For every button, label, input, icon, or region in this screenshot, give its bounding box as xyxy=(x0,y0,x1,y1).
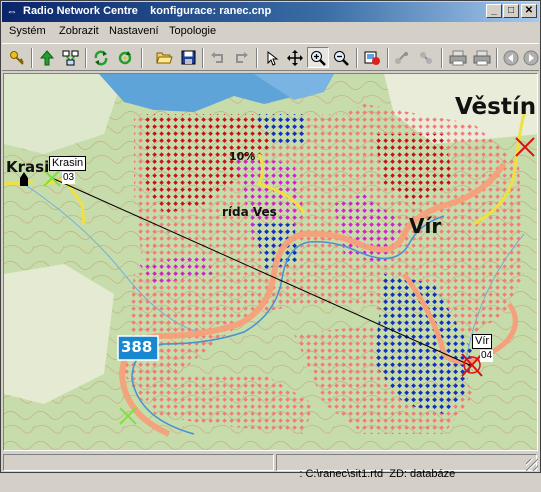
zoom-out-icon xyxy=(334,50,349,66)
refresh-alt-icon xyxy=(118,50,132,64)
application-window: ⇔ Radio Network Centre konfigurace: rane… xyxy=(0,0,541,480)
status-panel-file: : C:\ranec\sit1.rtd ZD: databáze xyxy=(276,454,537,480)
forward-icon xyxy=(523,50,539,65)
toolbar-separator xyxy=(256,48,258,68)
zoom-in-button[interactable] xyxy=(307,47,329,68)
refresh-icon xyxy=(94,50,108,65)
status-panel-left xyxy=(3,454,274,471)
back-button[interactable] xyxy=(500,47,522,68)
map-export-icon xyxy=(364,51,380,65)
app-icon: ⇔ xyxy=(6,6,18,18)
link-icon xyxy=(395,51,408,64)
link-button[interactable] xyxy=(391,47,413,68)
toolbar-separator xyxy=(202,48,204,68)
key-button[interactable] xyxy=(6,47,28,68)
open-folder-icon xyxy=(155,52,173,64)
printer-alt-button[interactable] xyxy=(471,47,493,68)
toolbar-separator xyxy=(356,48,358,68)
zoom-out-button[interactable] xyxy=(330,47,352,68)
menu-topologie[interactable]: Topologie xyxy=(169,25,216,37)
toolbar-separator xyxy=(387,48,389,68)
percent-label: 10% xyxy=(229,150,256,163)
village-label-vir: Vír xyxy=(409,214,442,238)
map-export-button[interactable] xyxy=(361,47,383,68)
refresh-alt-button[interactable] xyxy=(114,47,136,68)
toolbar-separator xyxy=(85,48,87,68)
network-icon xyxy=(62,50,79,65)
save-icon xyxy=(181,50,195,65)
title-bar[interactable]: ⇔ Radio Network Centre konfigurace: rane… xyxy=(2,2,539,22)
undo-icon xyxy=(211,51,223,63)
status-bar: : C:\ranec\sit1.rtd ZD: databáze xyxy=(2,453,539,480)
refresh-button[interactable] xyxy=(90,47,112,68)
toolbar-separator xyxy=(31,48,33,68)
resize-grip[interactable] xyxy=(526,459,538,471)
open-folder-button[interactable] xyxy=(153,47,175,68)
map-view[interactable]: Věstín Krasi rída Ves Vír 10% Krasin 03 … xyxy=(3,73,538,451)
station-id-right: 04 xyxy=(480,350,494,362)
village-label: rída Ves xyxy=(222,205,277,219)
pointer-icon xyxy=(267,50,279,66)
arrow-up-icon xyxy=(39,49,55,65)
zoom-in-icon xyxy=(311,50,326,66)
redo-button[interactable] xyxy=(230,47,252,68)
station-id-left: 03 xyxy=(62,172,76,184)
key-icon xyxy=(10,50,24,65)
close-button[interactable]: ✕ xyxy=(521,4,537,18)
move-icon xyxy=(287,49,303,66)
station-label-vir[interactable]: Vír xyxy=(472,334,493,349)
minimize-button[interactable]: _ xyxy=(486,4,502,18)
toolbar-separator xyxy=(141,48,143,68)
town-label-krasi: Krasi xyxy=(6,158,50,176)
maximize-button[interactable]: □ xyxy=(503,4,519,18)
toolbar-separator xyxy=(441,48,443,68)
menu-zobrazit[interactable]: Zobrazit xyxy=(59,25,99,37)
menu-nastaveni[interactable]: Nastavení xyxy=(109,25,159,37)
window-title: Radio Network Centre konfigurace: ranec.… xyxy=(23,5,272,17)
redo-icon xyxy=(236,51,248,63)
printer-alt-icon xyxy=(473,50,491,65)
network-button[interactable] xyxy=(60,47,82,68)
undo-button[interactable] xyxy=(207,47,229,68)
town-label-vestin: Věstín xyxy=(455,94,537,120)
arrow-up-button[interactable] xyxy=(36,47,58,68)
toolbar-separator xyxy=(496,48,498,68)
menu-system[interactable]: Systém xyxy=(9,25,46,37)
road-number-label: 388 xyxy=(121,338,153,356)
station-name: Vír xyxy=(475,335,490,347)
printer-icon xyxy=(449,50,467,65)
coverage-map[interactable] xyxy=(4,74,538,451)
back-icon xyxy=(503,50,519,65)
status-file: : C:\ranec\sit1.rtd xyxy=(299,468,384,480)
move-button[interactable] xyxy=(284,47,306,68)
station-label-krasin[interactable]: Krasin xyxy=(49,156,87,171)
menu-bar: Systém Zobrazit Nastavení Topologie xyxy=(2,22,539,42)
forward-button[interactable] xyxy=(520,47,541,68)
link-alt-icon xyxy=(420,51,432,64)
station-name: Krasin xyxy=(52,157,84,169)
link-alt-button[interactable] xyxy=(415,47,437,68)
save-button[interactable] xyxy=(177,47,199,68)
status-zd: ZD: databáze xyxy=(389,468,456,480)
toolbar xyxy=(2,43,539,71)
printer-button[interactable] xyxy=(447,47,469,68)
secondary-road xyxy=(4,180,35,186)
pointer-button[interactable] xyxy=(261,47,283,68)
